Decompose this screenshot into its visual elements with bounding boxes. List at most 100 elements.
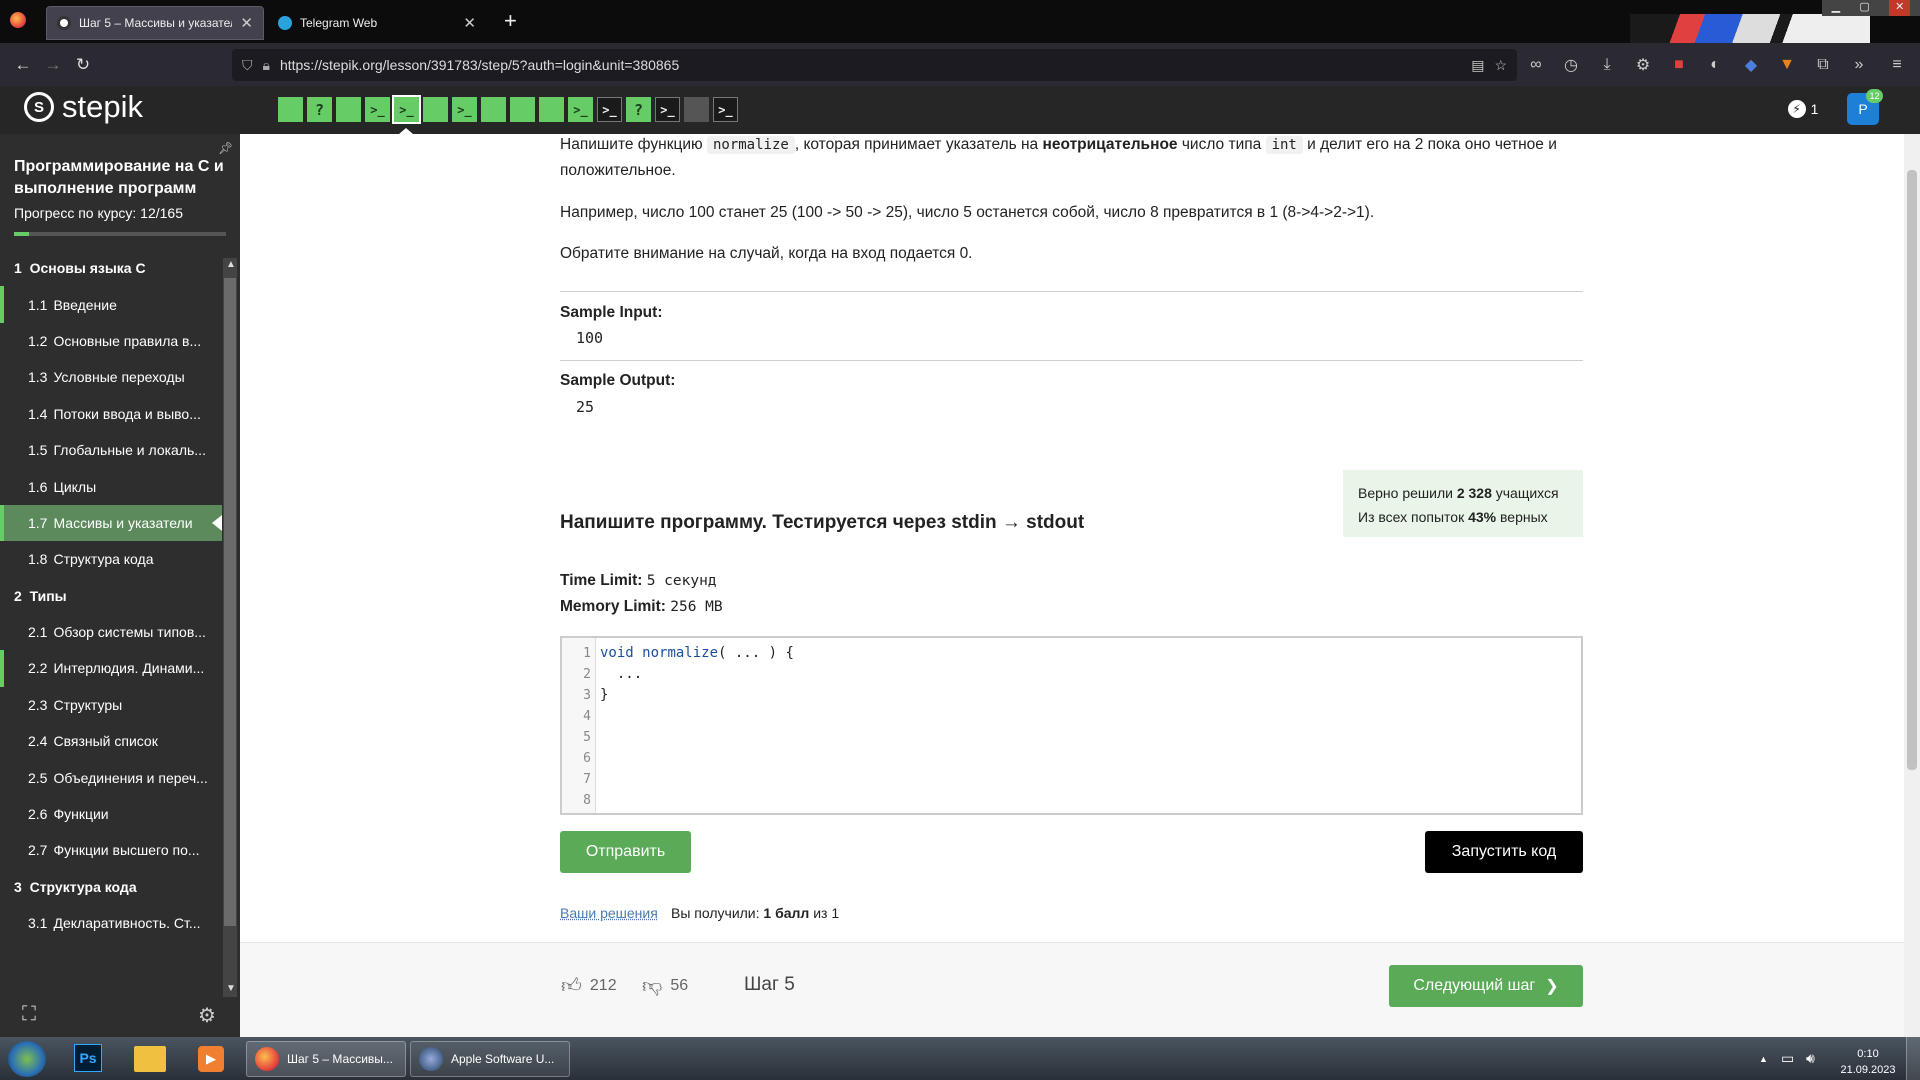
close-tab-icon[interactable]: ✕ [463,14,476,32]
tray-arrow-icon[interactable]: ▲ [1759,1054,1768,1064]
like-button[interactable]: 👍︎ 212 [561,974,617,998]
extension-shield-icon[interactable]: ◐ [1702,52,1728,78]
tab-stepik[interactable]: Шаг 5 – Массивы и указатели ✕ [46,6,264,40]
shield-icon[interactable]: ⛉ [242,57,253,74]
step-3[interactable] [336,97,361,122]
code-editor[interactable]: 1 2 3 4 5 6 7 8 void normalize( ... ) { … [560,636,1583,815]
lesson-2-7[interactable]: 2.7 Функции высшего по... [0,832,222,868]
pin-icon[interactable]: 📌︎ [218,141,233,155]
task-paragraph-1: Напишите функцию normalize, которая прин… [560,136,1557,179]
start-button[interactable] [8,1041,46,1077]
close-tab-icon[interactable]: ✕ [240,14,253,32]
step-6[interactable] [423,97,448,122]
explorer-folder-icon[interactable] [134,1046,166,1072]
window-controls[interactable]: ▁ ▢ ✕ [1822,0,1920,16]
downloads-icon[interactable]: ⤓ [1594,52,1620,78]
tab-telegram[interactable]: Telegram Web ✕ [268,6,486,40]
back-icon[interactable]: ← [8,50,38,80]
extensions-puzzle-icon[interactable]: ⧉ [1810,52,1836,78]
notification-badge: 12 [1866,89,1883,103]
hamburger-menu-icon[interactable]: ≡ [1884,52,1910,78]
lesson-1-1[interactable]: 1.1 Введение [0,286,222,323]
thumbs-down-icon: 👎︎ [642,975,663,997]
extension-red-icon[interactable]: ■ [1666,52,1692,78]
lesson-2-5[interactable]: 2.5 Объединения и переч... [0,759,222,795]
settings-icon[interactable]: ⚙ [198,1003,216,1028]
taskbar-apple-update[interactable]: Apple Software U... [410,1041,570,1077]
show-desktop-button[interactable] [1906,1037,1920,1080]
scroll-up-icon[interactable]: ▲ [226,259,236,270]
stepik-logo[interactable]: S stepik [24,89,143,125]
taskbar-firefox[interactable]: Шаг 5 – Массивы... [246,1041,406,1077]
minimize-icon[interactable]: ▁ [1832,0,1840,16]
lesson-1-3[interactable]: 1.3 Условные переходы [0,359,222,395]
step-5[interactable]: >_ [392,95,421,124]
forward-icon[interactable]: → [38,50,68,80]
step-10[interactable] [539,97,564,122]
step-11[interactable]: >_ [568,97,593,122]
clock[interactable]: 0:10 21.09.2023 [1838,1046,1898,1078]
lesson-2-1[interactable]: 2.1 Обзор системы типов... [0,614,222,650]
step-1[interactable] [278,97,303,122]
submit-button[interactable]: Отправить [560,831,691,873]
module-3[interactable]: 3 Структура кода [0,869,222,905]
lock-icon[interactable]: 🔒︎ [263,57,270,74]
lesson-2-3[interactable]: 2.3 Структуры [0,687,222,723]
lesson-1-5[interactable]: 1.5 Глобальные и локаль... [0,432,222,468]
extension-infinity-icon[interactable]: ∞ [1523,52,1549,78]
url-bar[interactable]: ⛉ 🔒︎ https://stepik.org/lesson/391783/st… [232,49,1517,81]
new-tab-button[interactable]: + [504,8,517,34]
lesson-1-7[interactable]: 1.7 Массивы и указатели [0,504,222,542]
reload-icon[interactable]: ↻ [68,50,98,80]
code-input[interactable]: void normalize( ... ) { ... } [596,638,798,813]
bookmark-star-icon[interactable]: ☆ [1494,57,1507,74]
settings-gear-icon[interactable]: ⚙ [1630,52,1656,78]
streak-button[interactable]: ⚡︎ 1 [1783,94,1823,124]
lesson-1-8[interactable]: 1.8 Структура кода [0,541,222,577]
lesson-1-4[interactable]: 1.4 Потоки ввода и выво... [0,396,222,432]
history-icon[interactable]: ◷ [1558,52,1584,78]
url-text[interactable]: https://stepik.org/lesson/391783/step/5?… [280,57,1461,73]
next-step-button[interactable]: Следующий шаг ❯ [1389,965,1583,1007]
page-scrollbar-thumb[interactable] [1907,170,1917,770]
fullscreen-icon[interactable]: ⛶ [22,1003,36,1026]
step-13[interactable]: ? [626,97,651,122]
firefox-menu-icon[interactable] [10,12,26,28]
score-text: Вы получили: 1 балл из 1 [671,905,840,921]
lesson-3-1[interactable]: 3.1 Декларативность. Ст... [0,905,222,941]
step-2[interactable]: ? [307,97,332,122]
step-15[interactable] [684,97,709,122]
step-16[interactable]: >_ [713,97,738,122]
lesson-2-6[interactable]: 2.6 Функции [0,796,222,832]
lesson-1-2[interactable]: 1.2 Основные правила в... [0,323,222,359]
step-12[interactable]: >_ [597,97,622,122]
close-window-icon[interactable]: ✕ [1889,0,1911,16]
run-code-button[interactable]: Запустить код [1425,831,1583,873]
step-9[interactable] [510,97,535,122]
reader-view-icon[interactable]: ▤ [1471,57,1484,74]
step-8[interactable] [481,97,506,122]
maximize-icon[interactable]: ▢ [1859,0,1869,16]
network-icon[interactable]: ▭ [1781,1050,1794,1067]
metamask-fox-icon[interactable]: ▼ [1774,52,1800,78]
volume-icon[interactable]: 🔊︎ [1806,1050,1815,1067]
step-4[interactable]: >_ [365,97,390,122]
lesson-2-4[interactable]: 2.4 Связный список [0,723,222,759]
photoshop-icon[interactable]: Ps [74,1044,102,1072]
your-solutions-link[interactable]: Ваши решения [560,905,658,921]
sidebar-scrollbar-thumb[interactable] [224,278,236,926]
step-7[interactable]: >_ [452,97,477,122]
divider [560,291,1583,292]
scroll-down-icon[interactable]: ▼ [226,983,236,994]
media-player-icon[interactable]: ▶ [198,1046,224,1072]
lesson-1-6[interactable]: 1.6 Циклы [0,468,222,504]
solve-stats: Верно решили 2 328 учащихся Из всех попы… [1343,470,1583,537]
module-1[interactable]: 1 Основы языка С [0,250,222,286]
module-2[interactable]: 2 Типы [0,578,222,614]
overflow-chevron-icon[interactable]: » [1846,52,1872,78]
course-title[interactable]: Программирование на С и выполнение прогр… [14,156,224,200]
lesson-2-2[interactable]: 2.2 Интерлюдия. Динами... [0,650,222,687]
extension-blue-icon[interactable]: ◆ [1738,52,1764,78]
step-14[interactable]: >_ [655,97,680,122]
dislike-button[interactable]: 👎︎ 56 [642,974,688,998]
